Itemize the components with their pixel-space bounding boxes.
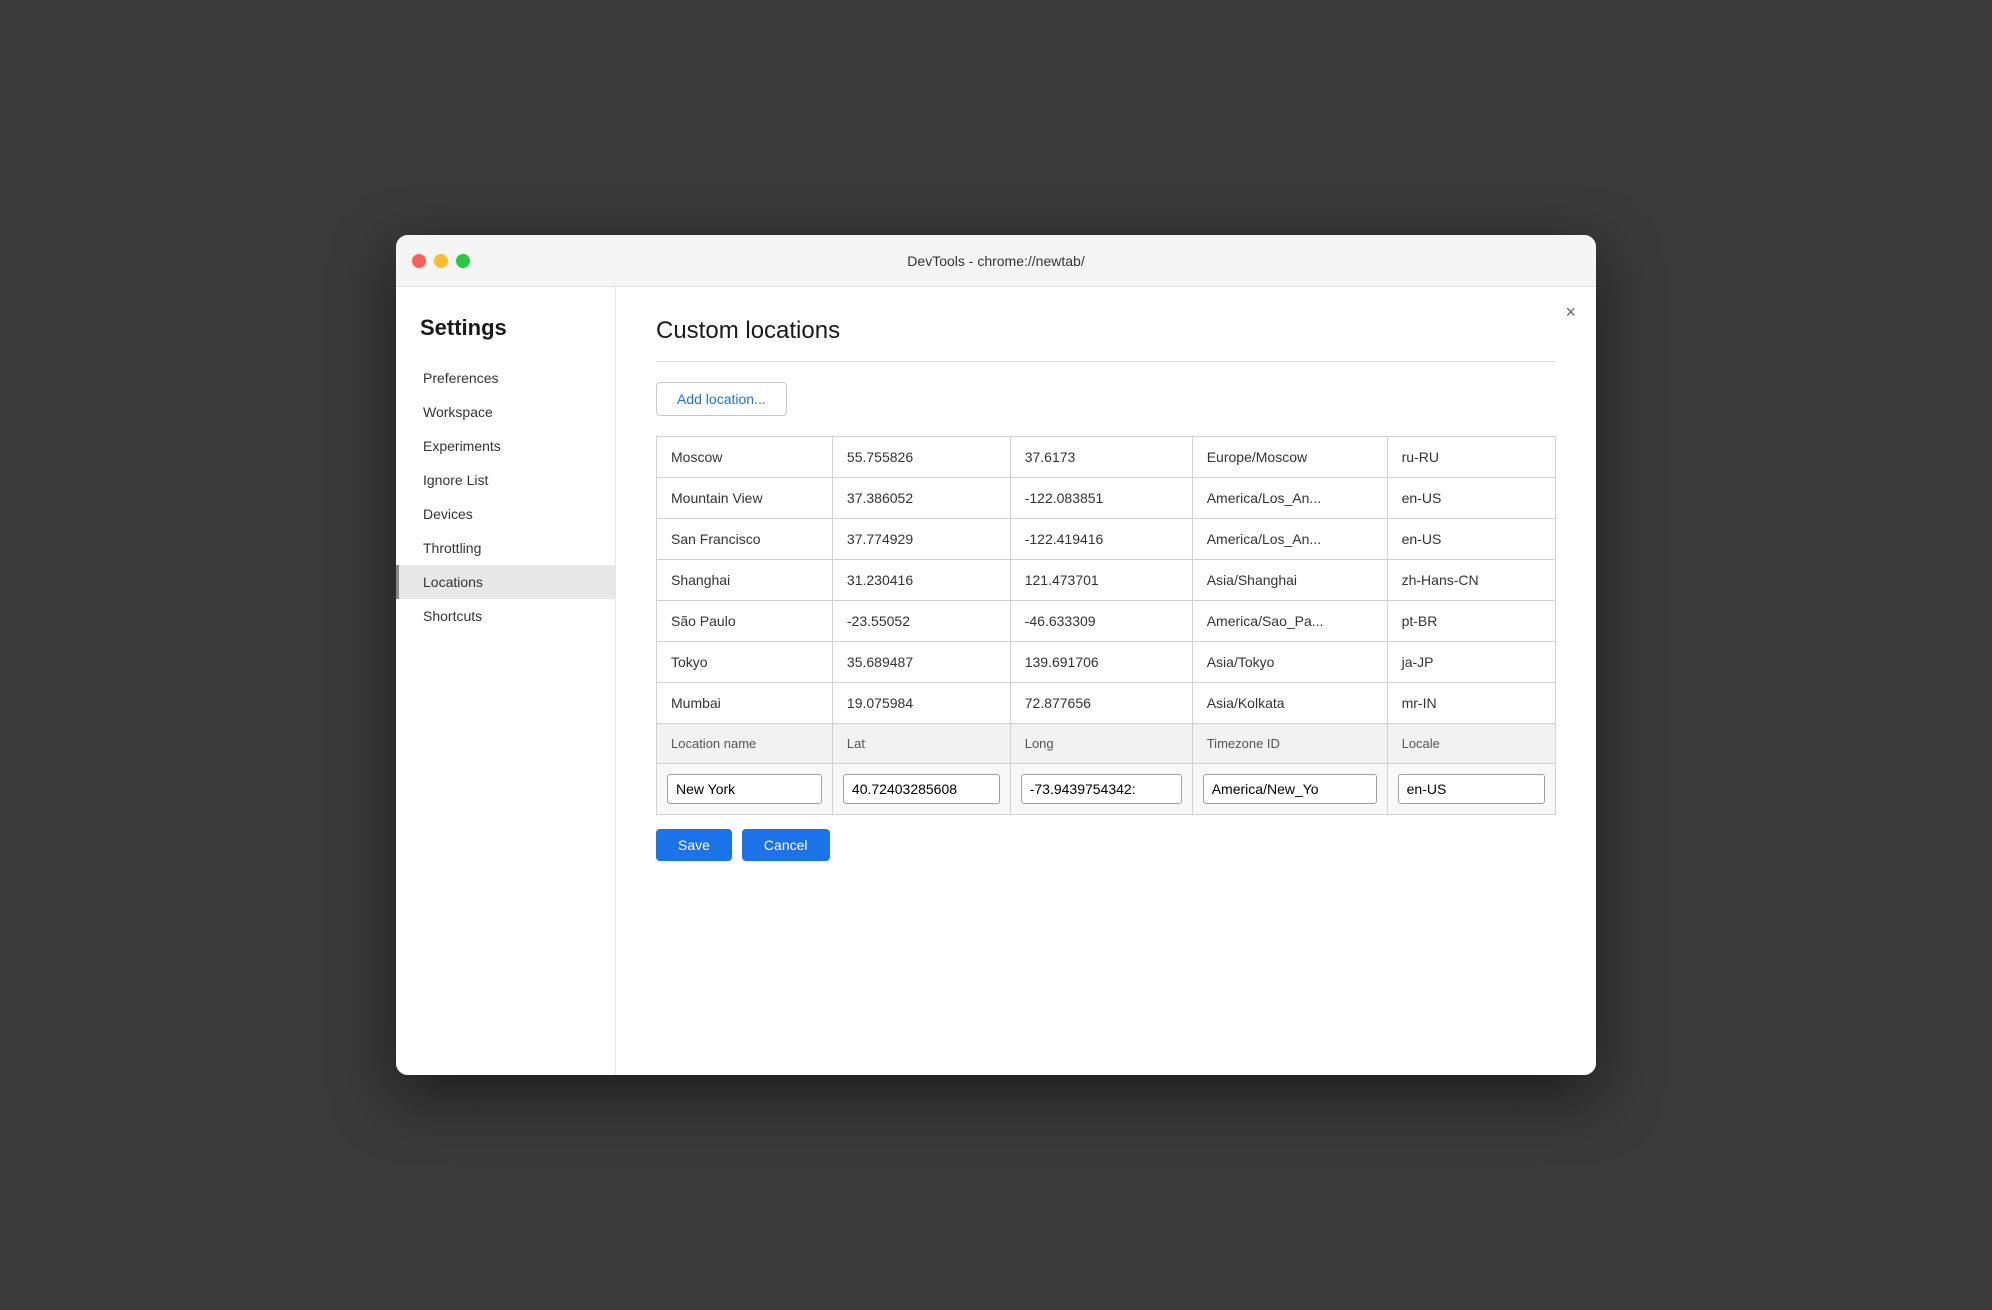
minimize-traffic-light[interactable]	[434, 254, 448, 268]
location-name-cell: Mumbai	[657, 683, 833, 724]
form-input-row	[657, 764, 1556, 815]
titlebar: DevTools - chrome://newtab/	[396, 235, 1596, 287]
timezone-cell: America/Los_An...	[1192, 519, 1387, 560]
location-name-cell: San Francisco	[657, 519, 833, 560]
lat-cell: 19.075984	[832, 683, 1010, 724]
main-content: × Custom locations Add location... Mosco…	[616, 287, 1596, 1075]
lat-cell: -23.55052	[832, 601, 1010, 642]
long-cell: -122.083851	[1010, 478, 1192, 519]
location-name-cell: Mountain View	[657, 478, 833, 519]
lat-cell: 31.230416	[832, 560, 1010, 601]
location-name-cell: Moscow	[657, 437, 833, 478]
table-row: San Francisco 37.774929 -122.419416 Amer…	[657, 519, 1556, 560]
window-title: DevTools - chrome://newtab/	[907, 253, 1084, 269]
sidebar-item-experiments[interactable]: Experiments	[396, 429, 615, 463]
timezone-cell: America/Sao_Pa...	[1192, 601, 1387, 642]
locale-cell: zh-Hans-CN	[1387, 560, 1555, 601]
close-traffic-light[interactable]	[412, 254, 426, 268]
location-name-input-cell	[657, 764, 833, 815]
long-input-cell	[1010, 764, 1192, 815]
table-row: Mountain View 37.386052 -122.083851 Amer…	[657, 478, 1556, 519]
long-cell: 72.877656	[1010, 683, 1192, 724]
devtools-window: DevTools - chrome://newtab/ Settings Pre…	[396, 235, 1596, 1075]
locale-cell: pt-BR	[1387, 601, 1555, 642]
lat-cell: 37.774929	[832, 519, 1010, 560]
timezone-cell: Europe/Moscow	[1192, 437, 1387, 478]
page-title: Custom locations	[656, 317, 1556, 345]
locale-cell: en-US	[1387, 519, 1555, 560]
locale-input[interactable]	[1398, 774, 1545, 804]
col-header-lat: Lat	[832, 724, 1010, 764]
long-input[interactable]	[1021, 774, 1182, 804]
timezone-input[interactable]	[1203, 774, 1377, 804]
col-header-timezone: Timezone ID	[1192, 724, 1387, 764]
sidebar-item-locations[interactable]: Locations	[396, 565, 615, 599]
location-name-input[interactable]	[667, 774, 822, 804]
col-header-locale: Locale	[1387, 724, 1555, 764]
sidebar-item-preferences[interactable]: Preferences	[396, 361, 615, 395]
long-cell: 37.6173	[1010, 437, 1192, 478]
col-header-long: Long	[1010, 724, 1192, 764]
lat-cell: 35.689487	[832, 642, 1010, 683]
table-header-row: Location name Lat Long Timezone ID Local…	[657, 724, 1556, 764]
close-button[interactable]: ×	[1565, 303, 1576, 321]
locale-input-cell	[1387, 764, 1555, 815]
table-row: Shanghai 31.230416 121.473701 Asia/Shang…	[657, 560, 1556, 601]
lat-input-cell	[832, 764, 1010, 815]
timezone-cell: America/Los_An...	[1192, 478, 1387, 519]
add-location-button[interactable]: Add location...	[656, 382, 787, 416]
lat-cell: 37.386052	[832, 478, 1010, 519]
sidebar-item-shortcuts[interactable]: Shortcuts	[396, 599, 615, 633]
long-cell: -46.633309	[1010, 601, 1192, 642]
locations-table: Moscow 55.755826 37.6173 Europe/Moscow r…	[656, 436, 1556, 815]
location-name-cell: Tokyo	[657, 642, 833, 683]
sidebar-item-devices[interactable]: Devices	[396, 497, 615, 531]
maximize-traffic-light[interactable]	[456, 254, 470, 268]
lat-cell: 55.755826	[832, 437, 1010, 478]
table-row: Moscow 55.755826 37.6173 Europe/Moscow r…	[657, 437, 1556, 478]
lat-input[interactable]	[843, 774, 1000, 804]
locale-cell: en-US	[1387, 478, 1555, 519]
location-name-cell: São Paulo	[657, 601, 833, 642]
sidebar-title: Settings	[396, 307, 615, 361]
divider	[656, 361, 1556, 362]
col-header-name: Location name	[657, 724, 833, 764]
locale-cell: ja-JP	[1387, 642, 1555, 683]
form-buttons: Save Cancel	[656, 829, 1556, 861]
traffic-lights	[412, 254, 470, 268]
timezone-cell: Asia/Shanghai	[1192, 560, 1387, 601]
sidebar-item-throttling[interactable]: Throttling	[396, 531, 615, 565]
location-name-cell: Shanghai	[657, 560, 833, 601]
sidebar-item-ignore-list[interactable]: Ignore List	[396, 463, 615, 497]
sidebar: Settings Preferences Workspace Experimen…	[396, 287, 616, 1075]
locale-cell: mr-IN	[1387, 683, 1555, 724]
timezone-input-cell	[1192, 764, 1387, 815]
table-row: Tokyo 35.689487 139.691706 Asia/Tokyo ja…	[657, 642, 1556, 683]
long-cell: 139.691706	[1010, 642, 1192, 683]
locale-cell: ru-RU	[1387, 437, 1555, 478]
window-content: Settings Preferences Workspace Experimen…	[396, 287, 1596, 1075]
long-cell: 121.473701	[1010, 560, 1192, 601]
table-row: São Paulo -23.55052 -46.633309 America/S…	[657, 601, 1556, 642]
long-cell: -122.419416	[1010, 519, 1192, 560]
sidebar-item-workspace[interactable]: Workspace	[396, 395, 615, 429]
table-row: Mumbai 19.075984 72.877656 Asia/Kolkata …	[657, 683, 1556, 724]
timezone-cell: Asia/Kolkata	[1192, 683, 1387, 724]
cancel-button[interactable]: Cancel	[742, 829, 830, 861]
timezone-cell: Asia/Tokyo	[1192, 642, 1387, 683]
save-button[interactable]: Save	[656, 829, 732, 861]
